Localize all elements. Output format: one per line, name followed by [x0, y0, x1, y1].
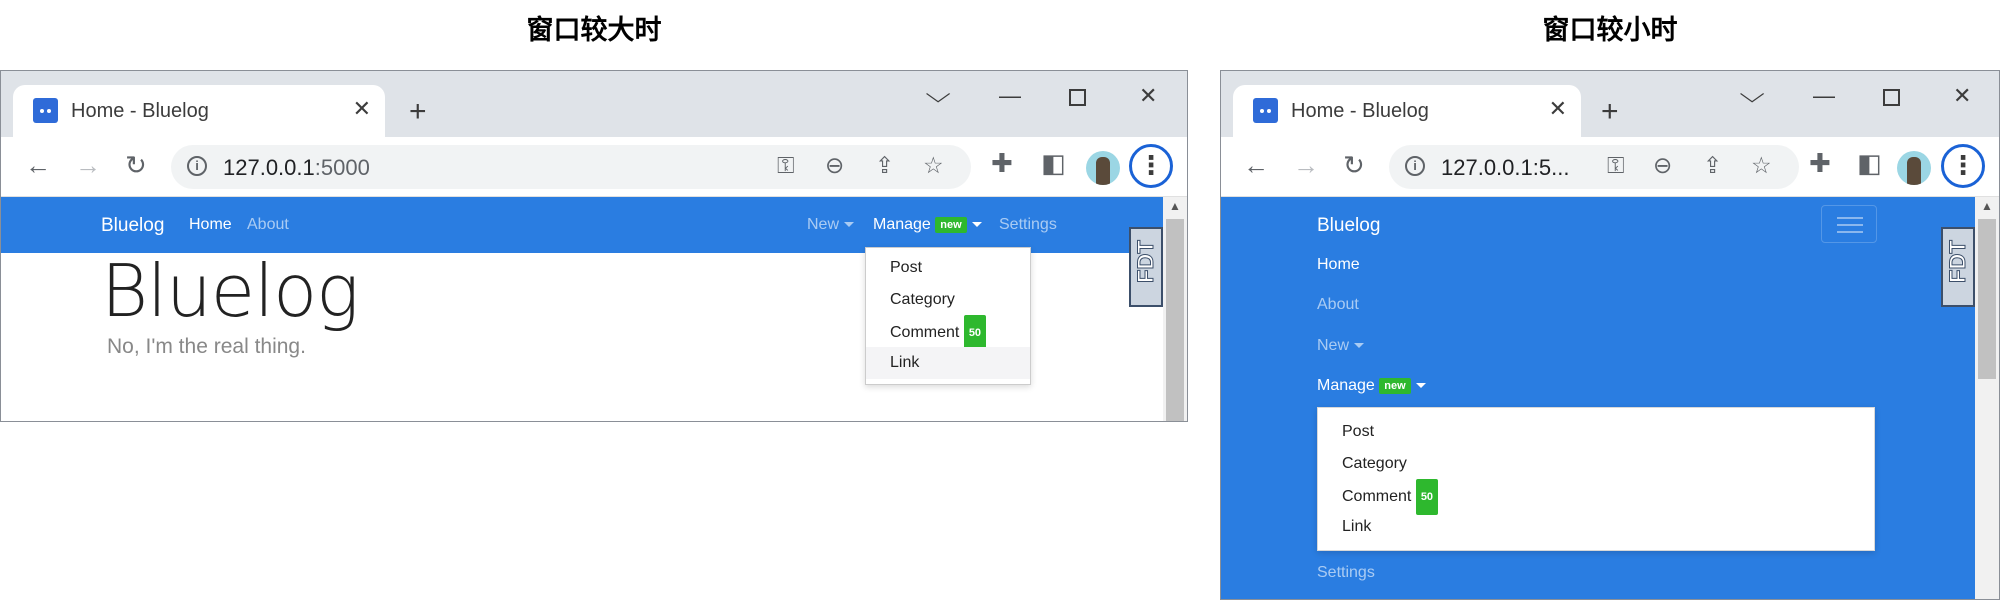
page-scrollbar[interactable]: ▲: [1163, 197, 1187, 421]
title-bar: Home - Bluelog ✕ + ⌵ — ✕: [1221, 71, 1999, 137]
key-icon[interactable]: ⚿: [1607, 152, 1625, 179]
menu-item-post[interactable]: Post: [866, 252, 1030, 284]
back-icon[interactable]: ←: [25, 150, 51, 180]
caption-large-window: 窗口较大时: [526, 15, 662, 46]
browser-window-small: Home - Bluelog ✕ + ⌵ — ✕ ← → ↻ i 127.0.0…: [1220, 70, 2000, 600]
tab-title: Home - Bluelog: [1291, 100, 1429, 122]
navbar-toggler-icon[interactable]: [1821, 205, 1877, 243]
site-navbar-collapsed: Bluelog Home About New Manage new Post C…: [1221, 197, 1975, 599]
address-bar[interactable]: i 127.0.0.1:5000 ⚿ ⊖ ⇪ ☆: [171, 145, 971, 189]
zoom-icon[interactable]: ⊖: [1653, 152, 1672, 179]
tab-title: Home - Bluelog: [71, 100, 209, 122]
reload-icon[interactable]: ↻: [1343, 150, 1365, 180]
tab-search-chevron-icon[interactable]: ⌵: [1739, 81, 1764, 109]
caret-down-icon: [971, 222, 982, 228]
url-text[interactable]: 127.0.0.1:5000: [223, 155, 370, 181]
manage-new-badge: new: [1379, 377, 1411, 394]
manage-new-badge: new: [935, 216, 967, 233]
nav-new[interactable]: New: [807, 216, 855, 234]
url-text[interactable]: 127.0.0.1:5...: [1441, 155, 1569, 181]
minimize-icon[interactable]: —: [999, 83, 1021, 109]
menu-icon[interactable]: ⋮: [1129, 144, 1173, 188]
nav-new[interactable]: New: [1317, 337, 1365, 355]
page-viewport: Bluelog Home About New Manage new Settin…: [1, 197, 1163, 421]
zoom-icon[interactable]: ⊖: [825, 152, 844, 179]
menu-item-post[interactable]: Post: [1318, 416, 1874, 448]
forward-icon[interactable]: →: [1293, 150, 1319, 180]
address-bar[interactable]: i 127.0.0.1:5... ⚿ ⊖ ⇪ ☆: [1389, 145, 1799, 189]
forward-icon[interactable]: →: [75, 150, 101, 180]
favicon-icon: [33, 98, 58, 123]
browser-toolbar: ← → ↻ i 127.0.0.1:5... ⚿ ⊖ ⇪ ☆ ✚ ◧ ⋮: [1221, 137, 1999, 197]
share-icon[interactable]: ⇪: [875, 152, 894, 179]
title-bar: Home - Bluelog ✕ + ⌵ — ✕: [1, 71, 1187, 137]
scroll-up-icon[interactable]: ▲: [1981, 199, 1993, 213]
window-close-icon[interactable]: ✕: [1953, 83, 1971, 109]
key-icon[interactable]: ⚿: [777, 152, 795, 179]
scroll-up-icon[interactable]: ▲: [1169, 199, 1181, 213]
menu-item-link[interactable]: Link: [1318, 511, 1874, 543]
menu-icon[interactable]: ⋮: [1941, 144, 1985, 188]
manage-dropdown-menu: Post Category Comment 50 Link: [1317, 407, 1875, 551]
fdt-toolbar-handle[interactable]: FDT: [1129, 227, 1163, 307]
minimize-icon[interactable]: —: [1813, 83, 1835, 109]
nav-home[interactable]: Home: [1317, 256, 1360, 274]
window-close-icon[interactable]: ✕: [1139, 83, 1157, 109]
nav-home[interactable]: Home: [189, 216, 232, 234]
menu-item-link[interactable]: Link: [866, 347, 1030, 379]
share-icon[interactable]: ⇪: [1703, 152, 1722, 179]
scroll-thumb[interactable]: [1978, 219, 1996, 379]
star-icon[interactable]: ☆: [1751, 152, 1772, 179]
reload-icon[interactable]: ↻: [125, 150, 147, 180]
menu-item-category[interactable]: Category: [866, 284, 1030, 316]
nav-manage[interactable]: Manage new: [873, 216, 982, 234]
manage-dropdown-menu: Post Category Comment 50 Link: [865, 247, 1031, 385]
info-icon[interactable]: i: [1405, 156, 1425, 176]
side-panel-icon[interactable]: ◧: [1857, 148, 1882, 178]
comment-count-badge: 50: [1415, 479, 1439, 515]
side-panel-icon[interactable]: ◧: [1041, 148, 1066, 178]
tab-close-icon[interactable]: ✕: [1549, 96, 1567, 122]
caption-small-window: 窗口较小时: [1542, 15, 1678, 46]
new-tab-button[interactable]: +: [1601, 97, 1619, 127]
new-tab-button[interactable]: +: [409, 97, 427, 127]
nav-settings[interactable]: Settings: [1317, 564, 1375, 582]
browser-tab[interactable]: Home - Bluelog ✕: [1233, 85, 1581, 137]
maximize-icon[interactable]: [1883, 89, 1900, 106]
caret-down-icon: [1415, 383, 1426, 389]
page-scrollbar[interactable]: ▲: [1975, 197, 1999, 599]
navbar-brand[interactable]: Bluelog: [101, 215, 164, 237]
menu-item-comment[interactable]: Comment 50: [866, 315, 1030, 351]
scroll-thumb[interactable]: [1166, 219, 1184, 421]
avatar[interactable]: [1897, 151, 1931, 185]
nav-about[interactable]: About: [1317, 296, 1359, 314]
comment-count-badge: 50: [963, 315, 987, 351]
tab-close-icon[interactable]: ✕: [353, 96, 371, 122]
page-viewport: Bluelog Home About New Manage new Post C…: [1221, 197, 1975, 599]
nav-settings[interactable]: Settings: [999, 216, 1057, 234]
caret-down-icon: [1354, 343, 1365, 349]
extensions-icon[interactable]: ✚: [991, 148, 1013, 178]
menu-item-comment[interactable]: Comment 50: [1318, 479, 1874, 515]
back-icon[interactable]: ←: [1243, 150, 1269, 180]
fdt-toolbar-handle[interactable]: FDT: [1941, 227, 1975, 307]
info-icon[interactable]: i: [187, 156, 207, 176]
maximize-icon[interactable]: [1069, 89, 1086, 106]
navbar-brand[interactable]: Bluelog: [1317, 215, 1380, 237]
caret-down-icon: [844, 222, 855, 228]
extensions-icon[interactable]: ✚: [1809, 148, 1831, 178]
browser-toolbar: ← → ↻ i 127.0.0.1:5000 ⚿ ⊖ ⇪ ☆ ✚ ◧ ⋮: [1, 137, 1187, 197]
site-navbar: Bluelog Home About New Manage new Settin…: [1, 197, 1163, 253]
browser-window-large: Home - Bluelog ✕ + ⌵ — ✕ ← → ↻ i 127.0.0…: [0, 70, 1188, 422]
tab-search-chevron-icon[interactable]: ⌵: [925, 81, 950, 109]
jumbotron-subtitle: No, I'm the real thing.: [107, 335, 306, 358]
avatar[interactable]: [1086, 151, 1120, 185]
jumbotron-title: Bluelog: [101, 249, 359, 333]
menu-item-category[interactable]: Category: [1318, 448, 1874, 480]
browser-tab[interactable]: Home - Bluelog ✕: [13, 85, 385, 137]
star-icon[interactable]: ☆: [923, 152, 944, 179]
nav-manage[interactable]: Manage new: [1317, 377, 1426, 395]
nav-about[interactable]: About: [247, 216, 289, 234]
favicon-icon: [1253, 98, 1278, 123]
